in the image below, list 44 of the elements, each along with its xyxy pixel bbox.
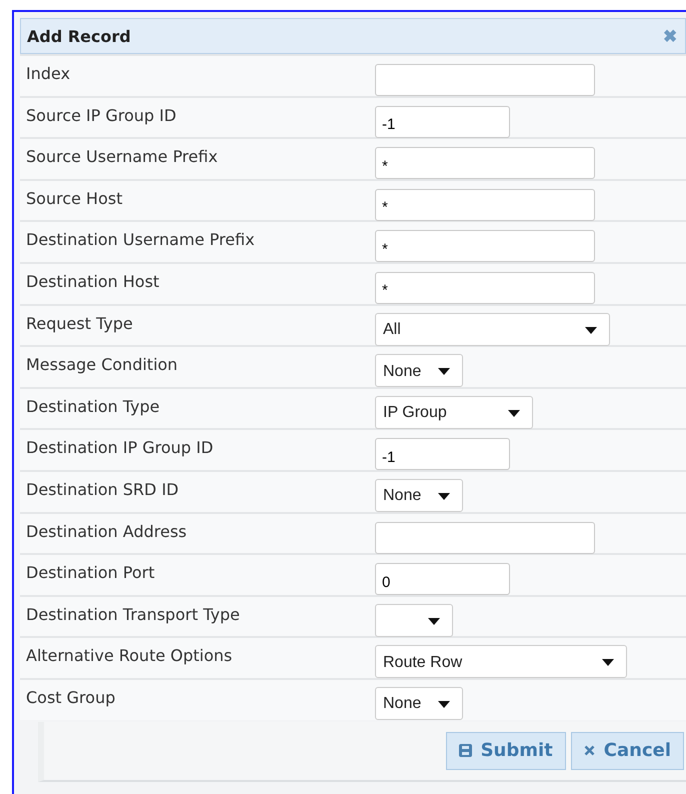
dropdown[interactable] — [375, 604, 453, 637]
input-field[interactable]: -1 — [375, 106, 510, 138]
dialog-title: Add Record — [27, 26, 131, 46]
field-label: Destination Type — [26, 396, 161, 416]
caret-icon — [438, 368, 450, 376]
caret-icon — [438, 492, 450, 500]
caret-icon — [508, 410, 520, 417]
input-field[interactable] — [375, 522, 595, 554]
field-label: Destination Transport Type — [26, 604, 241, 624]
field-label: Destination Port — [26, 562, 156, 582]
field-label: Source IP Group ID — [26, 104, 178, 125]
field-label: Request Type — [26, 312, 134, 333]
dropdown[interactable]: None — [375, 354, 463, 388]
field-label: Message Condition — [26, 354, 179, 374]
input-field[interactable]: * — [375, 147, 595, 180]
caret-icon — [438, 700, 450, 708]
input-field[interactable]: * — [375, 272, 595, 304]
field-label: Source Username Prefix — [26, 146, 219, 166]
field-label: Destination SRD ID — [26, 478, 180, 499]
field-label: Index — [26, 63, 72, 83]
input-field[interactable]: * — [375, 230, 595, 262]
caret-icon — [585, 326, 597, 334]
input-field[interactable]: 0 — [375, 563, 510, 596]
field-label: Destination Host — [26, 270, 160, 291]
caret-icon — [428, 618, 440, 625]
dropdown[interactable]: All — [375, 312, 610, 346]
caret-icon — [602, 659, 614, 666]
dropdown[interactable]: IP Group — [375, 396, 533, 429]
input-field[interactable] — [375, 64, 595, 96]
input-field[interactable]: -1 — [375, 438, 510, 470]
dropdown[interactable]: None — [375, 478, 463, 512]
field-label: Destination Username Prefix — [26, 229, 256, 250]
close-icon — [584, 745, 595, 756]
dropdown[interactable]: Route Row — [375, 645, 627, 678]
field-label: Destination Address — [26, 520, 188, 541]
input-field[interactable]: * — [375, 188, 595, 221]
field-label: Destination IP Group ID — [26, 437, 214, 458]
field-label: Cost Group — [26, 686, 116, 707]
save-icon — [458, 744, 472, 757]
cancel-button[interactable]: Cancel — [570, 732, 684, 770]
dropdown[interactable]: None — [375, 686, 463, 720]
field-label: Source Host — [26, 188, 124, 208]
field-label: Alternative Route Options — [26, 645, 234, 666]
submit-button[interactable]: Submit — [446, 732, 566, 770]
